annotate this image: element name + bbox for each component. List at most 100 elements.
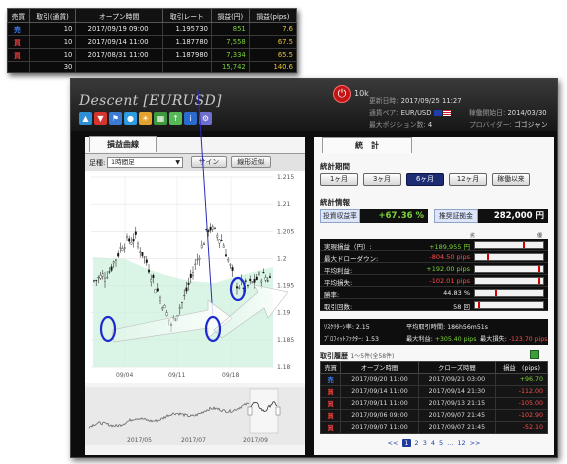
stat-row: 最大ドローダウン: -804.50 pips bbox=[320, 251, 548, 263]
page-link[interactable]: ... bbox=[447, 439, 453, 447]
history-row[interactable]: 買 2017/09/07 11:00 2017/09/07 21:45 -52.10 bbox=[319, 421, 548, 434]
candle-body bbox=[244, 280, 247, 282]
page-link[interactable]: 12 bbox=[457, 439, 465, 447]
candle-body bbox=[115, 259, 117, 261]
history-type: 買 bbox=[319, 409, 342, 422]
rf-label: ﾘｽｸﾘﾀｰﾝ率: bbox=[324, 324, 354, 331]
candle-body bbox=[189, 273, 192, 278]
candle-body bbox=[225, 254, 227, 257]
period-button[interactable]: 3ヶ月 bbox=[363, 173, 401, 186]
tab-statistics[interactable]: 統 計 bbox=[322, 137, 412, 153]
range-navigator[interactable]: 2017/05 2017/07 2017/09 bbox=[85, 387, 305, 445]
candle-body bbox=[240, 279, 243, 281]
candle-body bbox=[220, 240, 223, 241]
stat-row: 勝率: 44.83 % bbox=[320, 287, 548, 299]
stat-label: 平均利益: bbox=[324, 267, 353, 275]
info-title: 統計情報 bbox=[320, 198, 350, 207]
history-row[interactable]: 買 2017/09/14 11:00 2017/09/14 21:30 -112.00 bbox=[319, 385, 548, 398]
history-header-cell: 損益 (pips) bbox=[495, 361, 548, 374]
page-link[interactable]: << bbox=[388, 439, 399, 447]
candle-body bbox=[187, 282, 190, 285]
candle-body bbox=[192, 272, 194, 277]
stat-gauge-marker bbox=[522, 242, 525, 248]
chart-icon: ▦ bbox=[154, 112, 167, 125]
maxpos-value: 4 bbox=[427, 121, 433, 129]
navigator-handle-right[interactable] bbox=[275, 406, 281, 416]
position-row[interactable]: 売 10 2017/09/19 09:00 1.195730 851 7.6 bbox=[7, 22, 298, 36]
stat-value: -102.01 pips bbox=[429, 277, 470, 285]
stat-gauge-marker bbox=[486, 254, 489, 260]
flag-icon: ⚑ bbox=[109, 112, 122, 125]
candle-body bbox=[161, 307, 164, 310]
history-header-cell: 売買 bbox=[319, 361, 342, 374]
position-row[interactable]: 買 10 2017/09/14 11:00 1.187780 7,558 67.5 bbox=[7, 35, 298, 49]
sign-button[interactable]: サイン bbox=[191, 156, 227, 168]
pair-label: 通貨ペア: bbox=[369, 109, 399, 117]
candle-body bbox=[183, 295, 186, 296]
y-tick-label: 1.19 bbox=[277, 310, 291, 317]
position-row[interactable]: 買 10 2017/08/31 11:00 1.187980 7,334 65.5 bbox=[7, 48, 298, 62]
page-link[interactable]: >> bbox=[470, 439, 481, 447]
tab-profit-curve[interactable]: 損益曲線 bbox=[89, 136, 157, 152]
history-row[interactable]: 買 2017/09/11 11:00 2017/09/13 21:15 -105.00 bbox=[319, 397, 548, 410]
candle-body bbox=[165, 312, 168, 316]
page-link[interactable]: 2 bbox=[415, 439, 419, 447]
history-row[interactable]: 買 2017/09/06 09:00 2017/09/07 21:45 -102.90 bbox=[319, 409, 548, 422]
candle-body bbox=[231, 267, 234, 271]
page-link[interactable]: 3 bbox=[423, 439, 427, 447]
candle-body bbox=[156, 288, 159, 292]
avg-hold-label: 平均取引時間: bbox=[406, 324, 446, 331]
page-link[interactable]: 5 bbox=[439, 439, 443, 447]
strategy-title: Descent [EURUSD] bbox=[79, 93, 222, 109]
max-loss-value: -123.70 pips bbox=[508, 336, 548, 343]
page-link[interactable]: 4 bbox=[431, 439, 435, 447]
period-button[interactable]: 1ヶ月 bbox=[320, 173, 358, 186]
export-icon[interactable] bbox=[530, 350, 539, 359]
history-open: 2017/09/11 11:00 bbox=[340, 397, 419, 410]
period-button[interactable]: 12ヶ月 bbox=[449, 173, 487, 186]
stat-gauge-marker bbox=[494, 290, 497, 296]
stat-row: 平均利益: +192.00 pips bbox=[320, 263, 548, 275]
position-pl-pips: 67.5 bbox=[248, 35, 298, 49]
period-button[interactable]: 稼働以来 bbox=[492, 173, 530, 186]
trendline-button[interactable]: 線形近似 bbox=[231, 156, 271, 168]
stat-gauge bbox=[474, 265, 544, 273]
history-close: 2017/09/07 21:45 bbox=[417, 409, 497, 422]
candle-body bbox=[108, 271, 111, 273]
stat-value: +189,955 円 bbox=[429, 243, 470, 251]
bar-scale-high: 優 bbox=[536, 233, 542, 239]
history-row[interactable]: 売 2017/09/20 11:00 2017/09/21 03:00 +96.70 bbox=[319, 373, 548, 386]
candle-body bbox=[154, 289, 157, 294]
trend-down-icon: ▼ bbox=[94, 112, 107, 125]
stat-gauge-marker bbox=[477, 302, 480, 308]
x-tick-label: 09/04 bbox=[116, 372, 133, 379]
position-pl-yen: 851 bbox=[210, 22, 250, 36]
candle-body bbox=[117, 253, 120, 257]
strategy-info: 更新日時: 2017/09/25 11:27 通貨ペア: EUR/USD 稼働開… bbox=[339, 93, 557, 131]
chevron-down-icon: ▼ bbox=[175, 159, 180, 166]
history-close: 2017/09/07 21:45 bbox=[417, 421, 497, 434]
history-header-row: 売買 オープン時間 クローズ時間 損益 (pips) bbox=[319, 361, 548, 374]
history-close: 2017/09/21 03:00 bbox=[417, 373, 497, 386]
navigator-handle-left[interactable] bbox=[247, 406, 253, 416]
candle-body bbox=[170, 323, 172, 326]
history-type: 買 bbox=[319, 385, 342, 398]
candle-body bbox=[194, 263, 197, 265]
price-chart[interactable]: 1.215 1.21 1.205 1.2 1.195 1.19 1.185 1.18 09/04… bbox=[85, 171, 305, 383]
history-type: 買 bbox=[319, 397, 342, 410]
candle-body bbox=[251, 281, 254, 283]
candle-body bbox=[167, 319, 170, 321]
timeframe-select[interactable]: 1時間足 ▼ bbox=[107, 157, 183, 168]
page-link[interactable]: 1 bbox=[402, 439, 411, 447]
history-open: 2017/09/06 09:00 bbox=[340, 409, 419, 422]
provider-value[interactable]: ゴゴジャン bbox=[514, 121, 548, 129]
candle-body bbox=[269, 276, 271, 278]
trend-up-icon: ▲ bbox=[79, 112, 92, 125]
strategy-window: Descent [EURUSD] ▲ ▼ ⚑ ● ☀ ▦ ↑ i ⚙ ⏻ 10k 更新日時: 2… bbox=[70, 78, 558, 458]
candle-body bbox=[266, 280, 269, 282]
candle-body bbox=[214, 227, 216, 229]
candle-body bbox=[119, 247, 122, 249]
period-button[interactable]: 6ヶ月 bbox=[406, 173, 444, 186]
candle-body bbox=[93, 280, 95, 282]
candle-body bbox=[207, 230, 210, 232]
